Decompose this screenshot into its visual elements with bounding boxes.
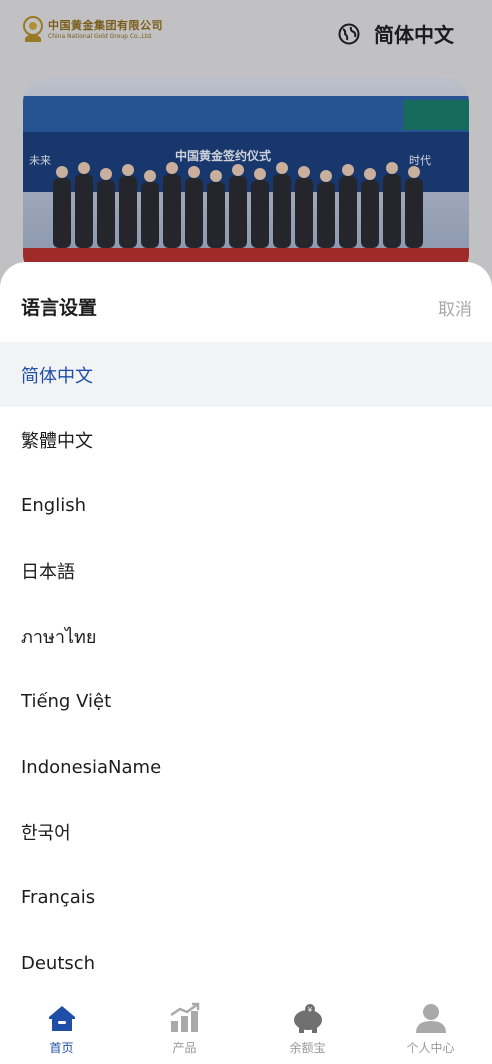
tab-yuebao-label: 余额宝: [289, 1041, 326, 1055]
tab-yuebao[interactable]: ¥ 余额宝: [246, 996, 369, 1064]
language-option-fr[interactable]: Français: [0, 865, 492, 930]
language-option-de[interactable]: Deutsch: [0, 931, 492, 996]
language-option-id[interactable]: IndonesiaName: [0, 734, 492, 799]
tab-products-label: 产品: [172, 1041, 197, 1055]
user-icon: [415, 1004, 446, 1033]
tab-home[interactable]: 首页: [0, 996, 123, 1064]
bottom-tab-bar: 首页 产品 ¥ 余额宝 个人中心: [0, 996, 492, 1064]
piggy-bank-icon: ¥: [293, 1004, 322, 1033]
home-icon: [48, 1006, 75, 1031]
sheet-header: 语言设置 取消: [0, 262, 492, 342]
tab-home-label: 首页: [49, 1041, 74, 1055]
language-option-en[interactable]: English: [0, 473, 492, 538]
tab-products[interactable]: 产品: [123, 996, 246, 1064]
svg-text:¥: ¥: [307, 1006, 312, 1014]
language-option-vi[interactable]: Tiếng Việt: [0, 669, 492, 734]
sheet-title: 语言设置: [21, 297, 98, 319]
language-option-zh-tw[interactable]: 繁體中文: [0, 407, 492, 472]
language-option-ko[interactable]: 한국어: [0, 800, 492, 865]
language-list: 简体中文 繁體中文 English 日本語 ภาษาไทย Tiếng Việt…: [0, 342, 492, 996]
tab-profile-label: 个人中心: [406, 1041, 455, 1055]
language-settings-sheet: 语言设置 取消 简体中文 繁體中文 English 日本語 ภาษาไทย Ti…: [0, 262, 492, 996]
language-option-th[interactable]: ภาษาไทย: [0, 604, 492, 669]
cancel-button[interactable]: 取消: [438, 295, 472, 320]
tab-profile[interactable]: 个人中心: [369, 996, 492, 1064]
language-option-zh-cn[interactable]: 简体中文: [0, 342, 492, 408]
language-option-ja[interactable]: 日本語: [0, 538, 492, 603]
chart-icon: [169, 1002, 199, 1032]
